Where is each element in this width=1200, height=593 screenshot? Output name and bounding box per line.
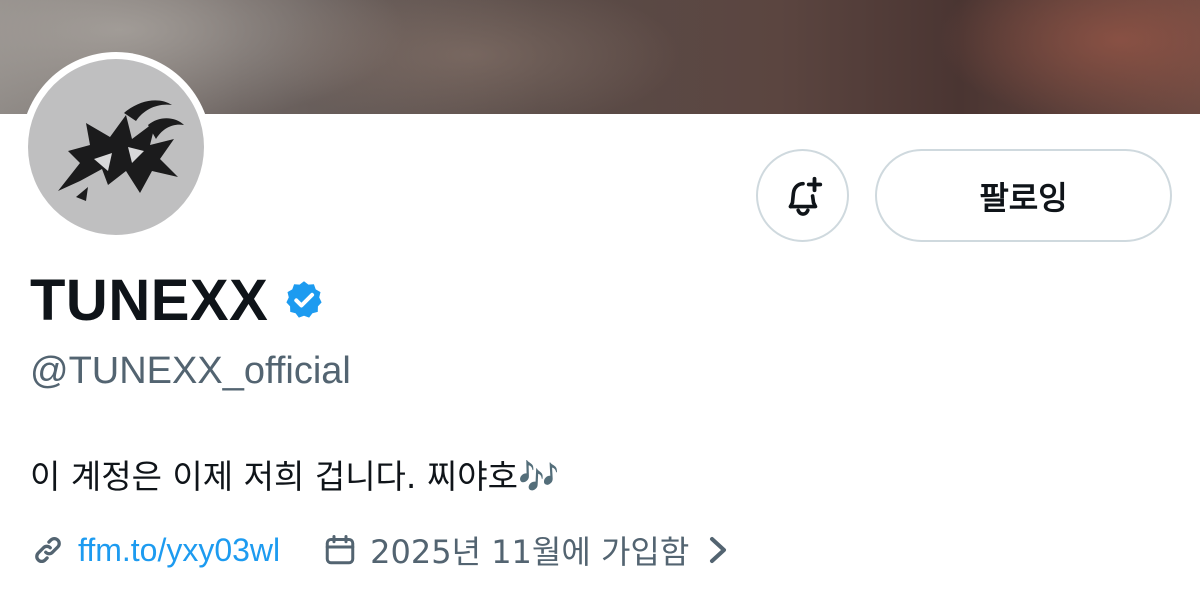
verified-badge-icon[interactable] [282, 278, 326, 322]
following-button-label: 팔로잉 [979, 178, 1068, 217]
profile-website-link[interactable]: ffm.to/yxy03wl [78, 532, 280, 569]
profile-meta-row: ffm.to/yxy03wl 2025년 11월에 가입함 [30, 528, 729, 572]
avatar-frame [21, 52, 211, 242]
profile-handle: @TUNEXX_official [30, 350, 351, 392]
display-name: TUNEXX [30, 267, 269, 333]
following-button[interactable]: 팔로잉 [875, 149, 1172, 242]
bell-plus-icon [788, 176, 822, 216]
calendar-icon [325, 535, 355, 565]
avatar-logo [58, 100, 184, 201]
chevron-right-icon [710, 537, 727, 563]
avatar[interactable] [28, 59, 204, 235]
joined-date-text: 2025년 11월에 가입함 [370, 533, 690, 571]
notification-bell-button[interactable] [756, 149, 849, 242]
link-icon [35, 536, 61, 564]
profile-bio: 이 계정은 이제 저희 겁니다. 찌야호🎶 [30, 457, 560, 496]
profile-name-row: TUNEXX [30, 267, 326, 333]
joined-date[interactable]: 2025년 11월에 가입함 [322, 527, 729, 573]
